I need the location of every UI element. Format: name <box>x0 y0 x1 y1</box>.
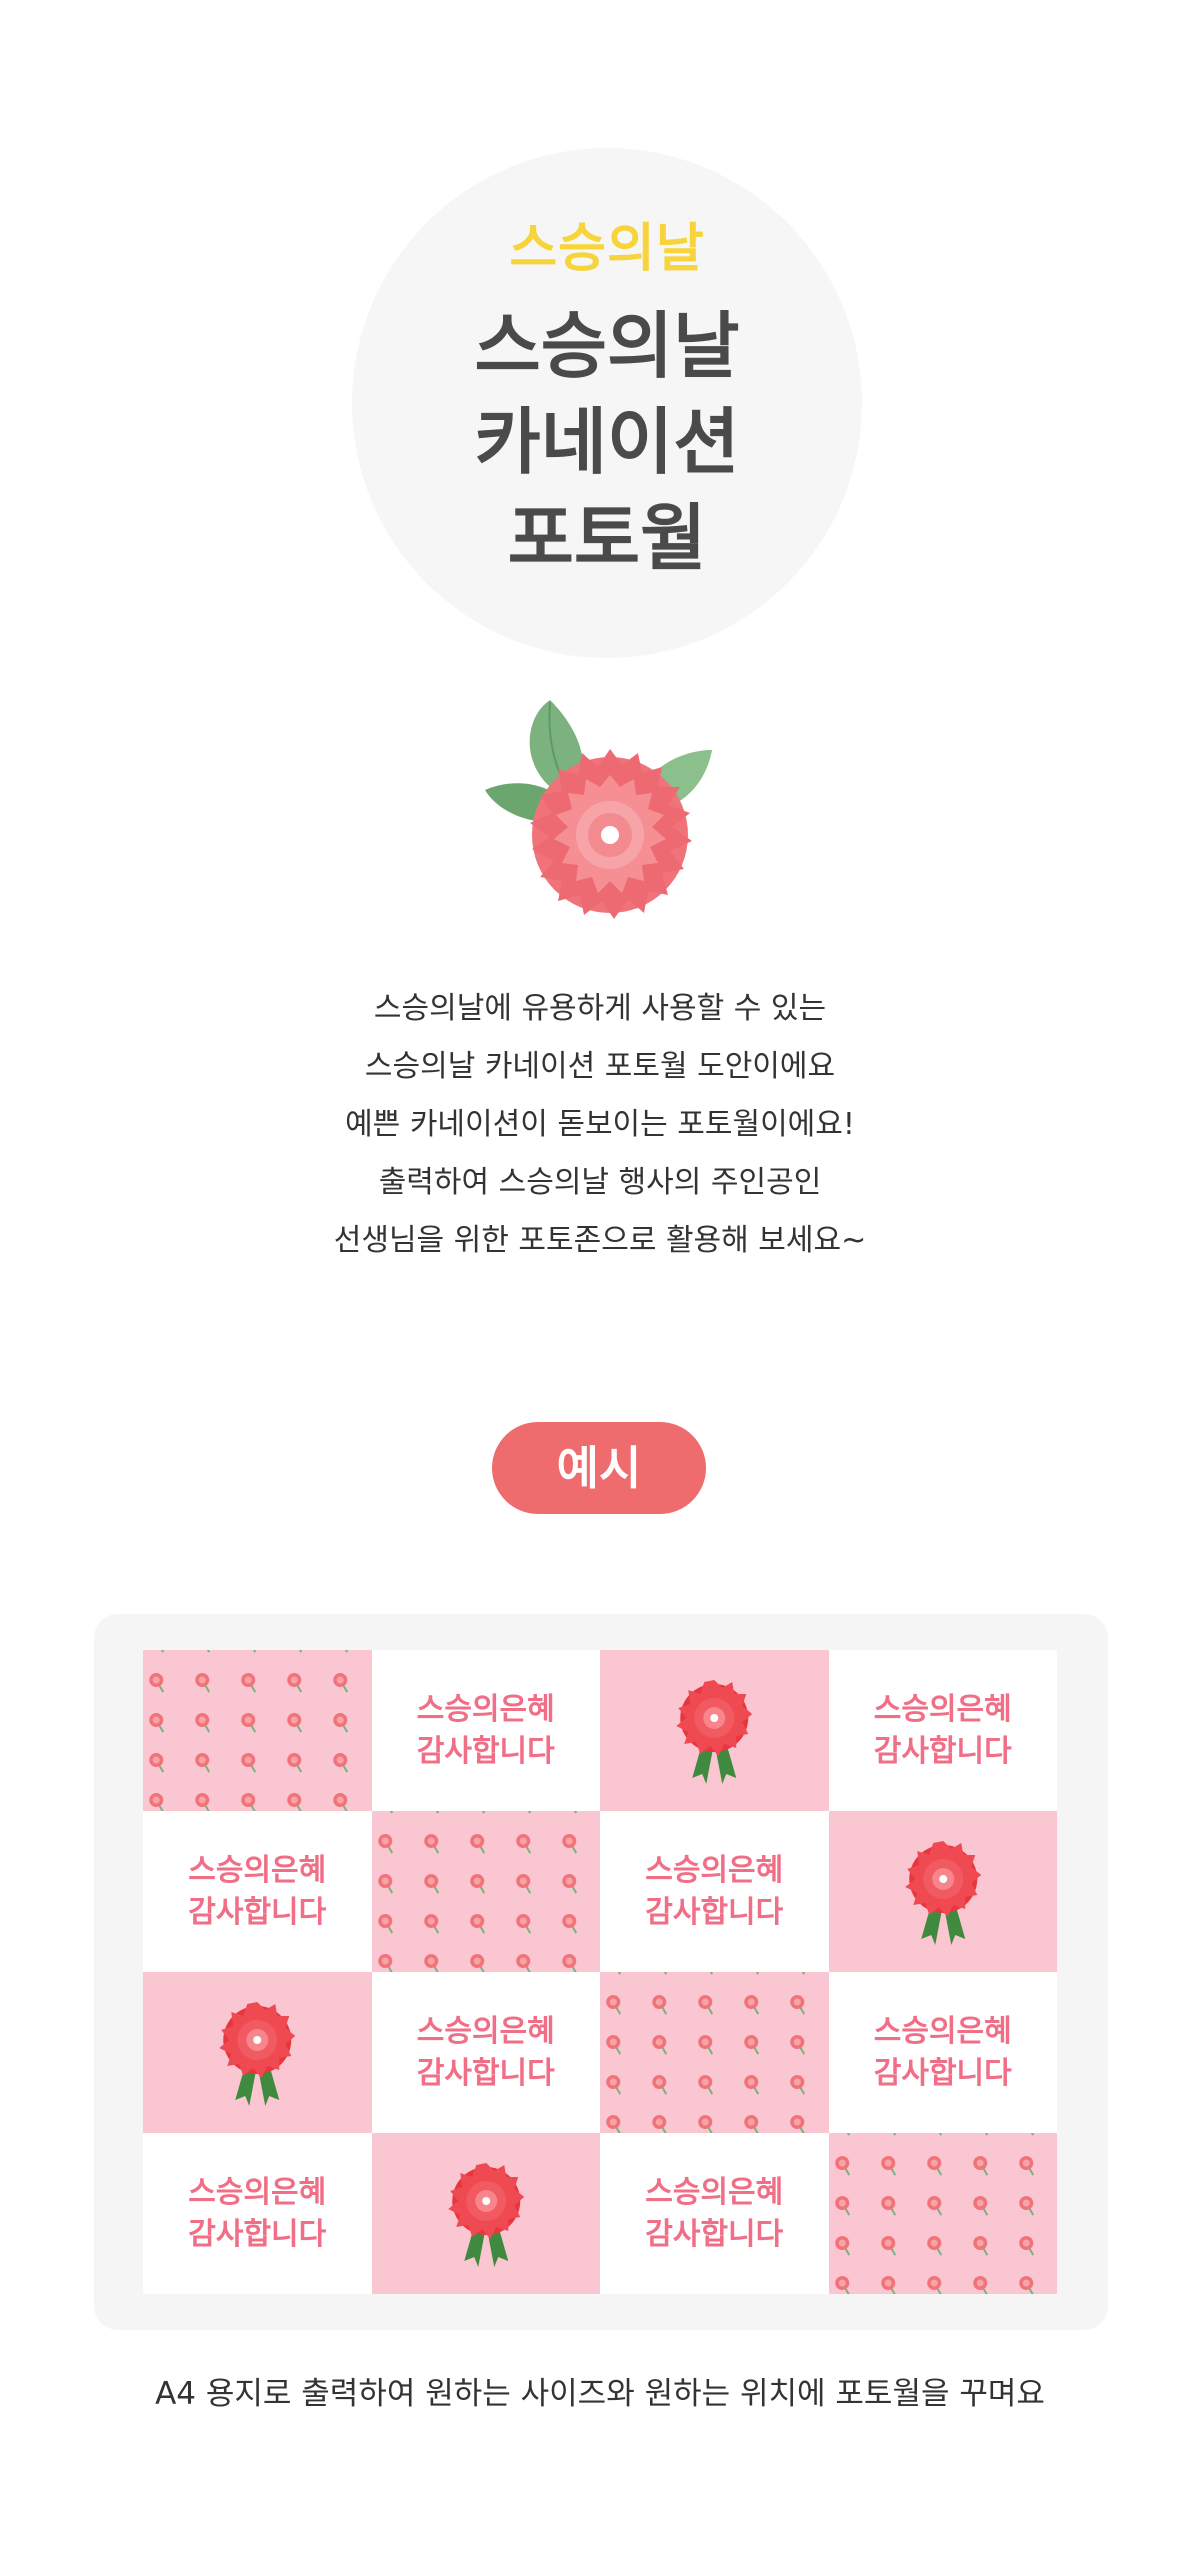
tile-message: 스승의은혜감사합니다 <box>829 1972 1058 2133</box>
flower-tile <box>600 1650 829 1811</box>
tile-message-line-2: 감사합니다 <box>873 1733 1012 1769</box>
carnation-ribbon-icon <box>219 2002 296 2106</box>
flower-tile <box>143 1972 372 2133</box>
pattern-tile <box>600 1972 829 2133</box>
carnation-ribbon-icon <box>447 2163 524 2267</box>
tile-message-line-1: 스승의은혜 <box>873 2013 1012 2049</box>
flower-tile <box>371 2133 600 2294</box>
carnation-pattern <box>834 2133 1034 2294</box>
tile-message-line-1: 스승의은혜 <box>645 1852 784 1888</box>
pattern-tile <box>828 2133 1057 2294</box>
text-tile: 스승의은혜감사합니다 <box>143 2133 372 2294</box>
description: 스승의날에 유용하게 사용할 수 있는 스승의날 카네이션 포토월 도안이에요 … <box>0 980 1200 1270</box>
tile-message-line-2: 감사합니다 <box>873 2055 1012 2091</box>
tile-message-line-1: 스승의은혜 <box>188 1852 327 1888</box>
tile-message: 스승의은혜감사합니다 <box>372 1650 601 1811</box>
pattern-tile <box>143 1650 372 1811</box>
tile-message: 스승의은혜감사합니다 <box>829 1650 1058 1811</box>
tile-message-line-2: 감사합니다 <box>645 2216 784 2252</box>
pattern-tile <box>371 1811 600 1972</box>
tile-message-line-2: 감사합니다 <box>188 2216 327 2252</box>
tile-message: 스승의은혜감사합니다 <box>372 1972 601 2133</box>
tile-message: 스승의은혜감사합니다 <box>143 1811 372 1972</box>
description-line-5: 선생님을 위한 포토존으로 활용해 보세요~ <box>333 1223 867 1258</box>
carnation-pattern <box>606 1972 806 2133</box>
tile-message-line-1: 스승의은혜 <box>873 1691 1012 1727</box>
hero-title-line-1: 스승의날 <box>474 304 740 388</box>
tile-message-line-1: 스승의은혜 <box>416 1691 555 1727</box>
tile-message: 스승의은혜감사합니다 <box>600 2133 829 2294</box>
hero-circle: 스승의날 스승의날 카네이션 포토월 <box>352 148 862 658</box>
carnation-icon <box>480 690 720 930</box>
tile-message: 스승의은혜감사합니다 <box>600 1811 829 1972</box>
tile-message-line-2: 감사합니다 <box>416 2055 555 2091</box>
hero-title-line-2: 카네이션 <box>474 400 740 484</box>
text-tile: 스승의은혜감사합니다 <box>600 1811 829 1972</box>
text-tile: 스승의은혜감사합니다 <box>371 1650 601 1811</box>
carnation-pattern <box>377 1811 577 1972</box>
description-line-4: 출력하여 스승의날 행사의 주인공인 <box>378 1165 822 1200</box>
carnation-ribbon-icon <box>676 1680 753 1784</box>
tile-message-line-2: 감사합니다 <box>416 1733 555 1769</box>
carnation-ribbon-icon <box>904 1841 981 1945</box>
carnation-pattern <box>149 1650 349 1811</box>
tile-message-line-2: 감사합니다 <box>188 1894 327 1930</box>
description-line-3: 예쁜 카네이션이 돋보이는 포토월이에요! <box>345 1107 855 1142</box>
tile-message-line-1: 스승의은혜 <box>416 2013 555 2049</box>
description-line-2: 스승의날 카네이션 포토월 도안이에요 <box>364 1049 836 1084</box>
flower-tile <box>828 1811 1057 1972</box>
text-tile: 스승의은혜감사합니다 <box>371 1972 601 2133</box>
hero-title-line-3: 포토월 <box>507 496 707 580</box>
hero-title: 스승의날 카네이션 포토월 <box>352 298 862 586</box>
example-badge: 예시 <box>492 1422 706 1514</box>
hero-subtitle: 스승의날 <box>509 219 705 279</box>
text-tile: 스승의은혜감사합니다 <box>828 1650 1058 1811</box>
caption: A4 용지로 출력하여 원하는 사이즈와 원하는 위치에 포토월을 꾸며요 <box>155 2376 1045 2412</box>
text-tile: 스승의은혜감사합니다 <box>828 1972 1058 2133</box>
description-line-1: 스승의날에 유용하게 사용할 수 있는 <box>373 991 827 1026</box>
text-tile: 스승의은혜감사합니다 <box>143 1811 372 1972</box>
tile-message-line-1: 스승의은혜 <box>188 2174 327 2210</box>
text-tile: 스승의은혜감사합니다 <box>600 2133 829 2294</box>
tile-message: 스승의은혜감사합니다 <box>143 2133 372 2294</box>
photowall-grid: 스승의은혜 감사합니다 스승의은혜 감사합니다 스승의은혜 감사합니다 스승의은혜 감사합니다… <box>143 1650 1057 2294</box>
tile-message-line-2: 감사합니다 <box>645 1894 784 1930</box>
tile-message-line-1: 스승의은혜 <box>645 2174 784 2210</box>
